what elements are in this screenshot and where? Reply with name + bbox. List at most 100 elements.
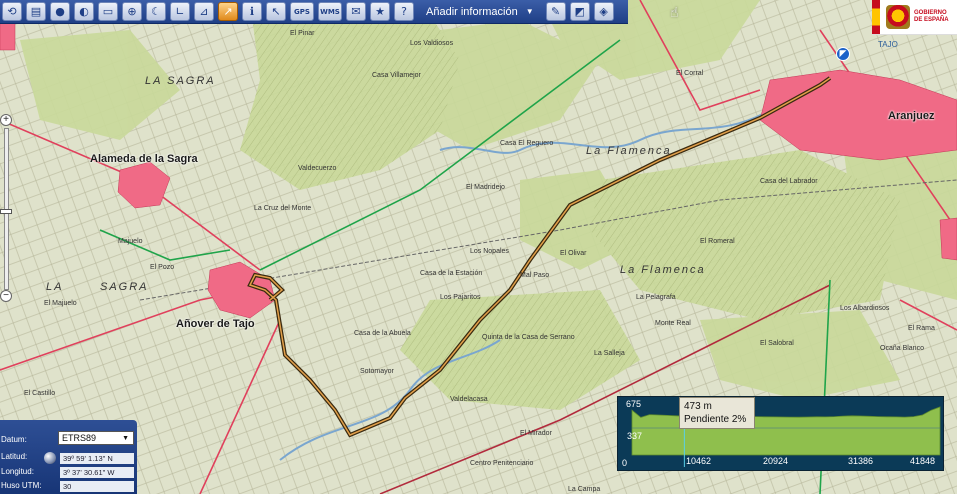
spain-flag-icon <box>872 0 880 34</box>
info-icon: ℹ <box>249 5 255 18</box>
place-majuelo: Majuelo <box>118 238 143 245</box>
draw-button[interactable]: ✎ <box>545 2 566 21</box>
reload-button[interactable]: ⟲ <box>2 2 22 21</box>
area-button[interactable]: ↗ <box>218 2 238 21</box>
wms-icon: WMS <box>320 7 340 16</box>
place-los-nopales: Los Nopales <box>470 248 509 255</box>
pointer-button[interactable]: ↖ <box>266 2 286 21</box>
place-el-olivar: El Olivar <box>560 250 587 257</box>
place-mal-paso: Mal Paso <box>520 272 550 279</box>
datum-select[interactable]: ETRS89 ▼ <box>58 431 134 445</box>
place-el-madridejo: El Madridejo <box>466 184 505 191</box>
gobierno-logo: GOBIERNO DE ESPAÑA <box>872 0 957 35</box>
huso-value: 30 <box>60 480 134 492</box>
help-button[interactable]: ? <box>394 2 414 21</box>
distance-button[interactable]: ⊿ <box>194 2 214 21</box>
place-los-valdiosos: Los Valdiosos <box>410 40 454 47</box>
zoom-control: + − <box>0 114 12 302</box>
place-labrador: Casa del Labrador <box>760 178 818 185</box>
place-el-pinar: El Pinar <box>290 30 315 37</box>
place-la-salleja: La Salleja <box>594 350 625 357</box>
reload-icon: ⟲ <box>7 5 17 18</box>
profile-y-max: 675 <box>626 399 642 409</box>
zoom-out-button[interactable]: − <box>0 290 12 302</box>
region-sagra: SAGRA <box>100 281 149 293</box>
export-icon: ◈ <box>599 5 608 18</box>
add-info-dropdown[interactable]: Añadir información ▼ <box>420 2 540 21</box>
profile-x-tick-4: 41848 <box>910 456 936 466</box>
place-el-reguero: Casa El Reguero <box>500 140 554 147</box>
latitude-value: 39º 59' 1.13" N <box>60 452 134 464</box>
zoom-slider-thumb[interactable] <box>0 209 12 214</box>
place-la-cruz: La Cruz del Monte <box>254 205 312 212</box>
chevron-down-icon: ▼ <box>525 7 534 16</box>
profile-x-tick-3: 31386 <box>848 456 874 466</box>
help-icon: ? <box>401 5 407 18</box>
zoom-box-icon: ⊕ <box>127 5 137 18</box>
river-tajo: TAJO <box>878 40 898 49</box>
tooltip-elevation: 473 m <box>684 401 712 412</box>
star-icon: ★ <box>375 5 385 18</box>
profile-x-tick-1: 10462 <box>686 456 712 466</box>
place-valdelacasa: Valdelacasa <box>450 396 488 403</box>
profile-x-tick-2: 20924 <box>763 456 789 466</box>
place-penitenciaria: Centro Penitenciario <box>470 460 534 467</box>
region-la-sagra: LA SAGRA <box>145 75 216 87</box>
profile-y-mid: 337 <box>627 431 643 441</box>
place-anover: Añover de Tajo <box>176 318 255 330</box>
pointer-icon: ↖ <box>271 5 281 18</box>
email-button[interactable]: ✉ <box>346 2 366 21</box>
info-button[interactable]: ℹ <box>242 2 262 21</box>
place-los-pajaritos: Los Pajaritos <box>440 294 481 301</box>
profile-y-min: 0 <box>622 458 628 468</box>
place-el-castillo: El Castillo <box>24 390 56 397</box>
place-el-rama: El Rama <box>908 325 935 332</box>
place-el-corral: El Corral <box>676 70 704 77</box>
globe-button[interactable]: ◐ <box>74 2 94 21</box>
place-la-abuela: Casa de la Abuela <box>354 330 411 337</box>
add-info-label: Añadir información <box>426 5 518 18</box>
location-marker-icon[interactable]: ◤ <box>836 47 850 61</box>
elevation-profile[interactable]: 675 337 0 10462 20924 31386 41848 <box>617 396 944 471</box>
place-el-pozo: El Pozo <box>150 264 175 271</box>
coordinates-panel: Datum: ETRS89 ▼ Latitud: 39º 59' 1.13" N… <box>0 420 137 494</box>
place-el-majuelo: El Majuelo <box>44 300 77 307</box>
sphere-icon: ● <box>55 5 65 18</box>
logo-line1: GOBIERNO <box>914 10 947 16</box>
measure-button[interactable]: ∟ <box>170 2 190 21</box>
zoom-box-button[interactable]: ⊕ <box>122 2 142 21</box>
3d-icon: ◩ <box>574 5 585 18</box>
place-la-campa: La Campa <box>568 486 601 493</box>
datum-value: ETRS89 <box>62 433 97 443</box>
wms-button[interactable]: WMS <box>318 2 342 21</box>
coat-of-arms-icon <box>886 5 910 29</box>
export-button[interactable]: ◈ <box>593 2 614 21</box>
draw-icon: ✎ <box>551 5 561 18</box>
place-valdecuerzo: Valdecuerzo <box>298 165 337 172</box>
longitude-value: 3º 37' 30.61" W <box>60 466 134 478</box>
place-el-romeral: El Romeral <box>700 238 735 245</box>
gps-button[interactable]: GPS <box>290 2 314 21</box>
latitude-label: Latitud: <box>1 451 28 461</box>
distance-icon: ⊿ <box>199 5 209 18</box>
place-ocana: Ocaña Blanco <box>880 345 924 352</box>
profile-tooltip: 473 m Pendiente 2% <box>679 397 755 429</box>
globe-icon[interactable] <box>44 452 56 464</box>
logo-line2: DE ESPAÑA <box>914 17 949 23</box>
place-el-salobral: El Salobral <box>760 340 794 347</box>
place-sotomayor: Sotomayor <box>360 368 394 375</box>
view-sphere-button[interactable]: ● <box>50 2 70 21</box>
zoom-in-button[interactable]: + <box>0 114 12 126</box>
moon-icon: ☾ <box>151 5 161 18</box>
chevron-down-icon: ▼ <box>122 434 129 442</box>
print-button[interactable]: ▤ <box>26 2 46 21</box>
measure-icon: ∟ <box>175 5 185 18</box>
gps-icon: GPS <box>294 7 310 16</box>
moon-button[interactable]: ☾ <box>146 2 166 21</box>
favorites-button[interactable]: ★ <box>370 2 390 21</box>
place-monte-real: Monte Real <box>655 320 691 327</box>
layers-button[interactable]: ▭ <box>98 2 118 21</box>
tooltip-slope: Pendiente 2% <box>684 414 747 425</box>
view-3d-button[interactable]: ◩ <box>569 2 590 21</box>
region-la: LA <box>46 281 64 293</box>
